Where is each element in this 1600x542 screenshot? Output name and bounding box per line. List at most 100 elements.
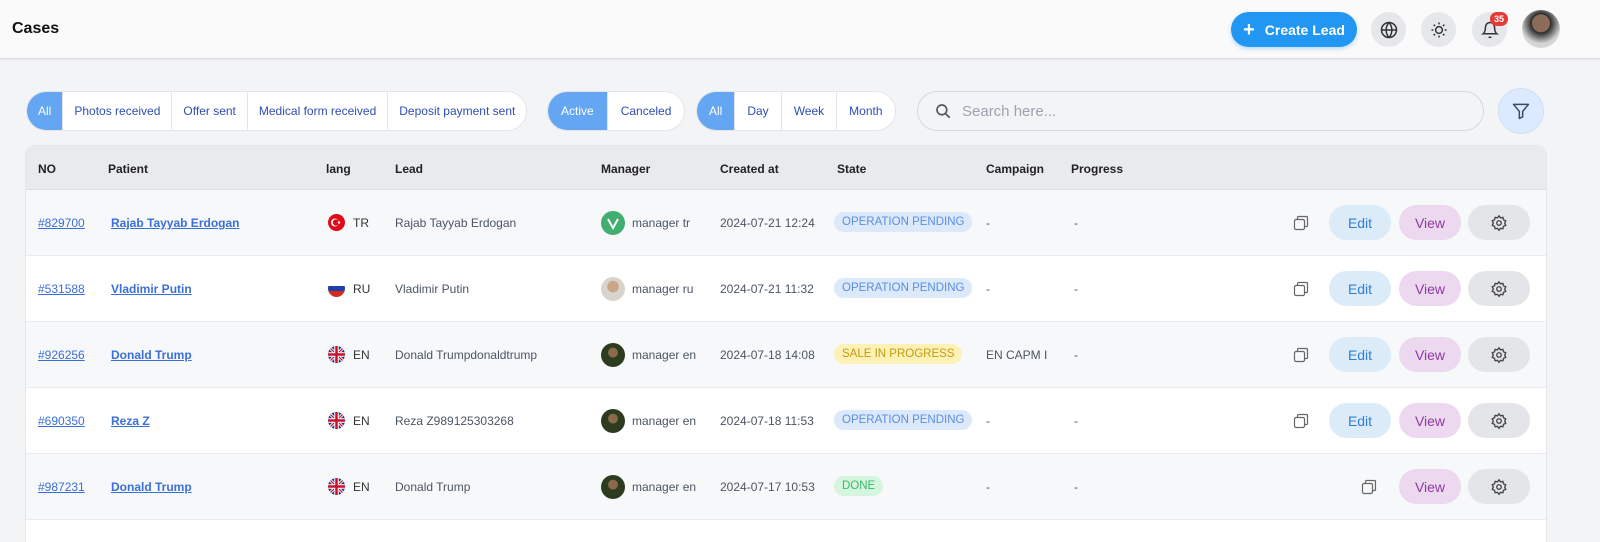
campaign: EN CAPM I bbox=[986, 348, 1048, 362]
period-option-week[interactable]: Week bbox=[782, 92, 838, 130]
view-button[interactable]: View bbox=[1399, 271, 1461, 306]
edit-button[interactable]: Edit bbox=[1329, 403, 1391, 438]
status-option-deposit-payment-sent[interactable]: Deposit payment sent bbox=[388, 92, 526, 130]
status-filter: All Photos received Offer sent Medical f… bbox=[26, 91, 528, 131]
state-badge: DONE bbox=[834, 476, 884, 496]
manager-avatar bbox=[601, 211, 625, 235]
state-badge: SALE IN PROGRESS bbox=[834, 344, 963, 364]
table-header: NO Patient lang Lead Manager Created at … bbox=[26, 146, 1546, 190]
lang-code: EN bbox=[353, 414, 370, 428]
advanced-filter-button[interactable] bbox=[1498, 88, 1544, 134]
progress: - bbox=[1074, 480, 1078, 494]
manager-name: manager tr bbox=[632, 216, 691, 230]
status-option-offer-sent[interactable]: Offer sent bbox=[172, 92, 248, 130]
period-filter: All Day Week Month bbox=[696, 91, 896, 131]
lead-name: Vladimir Putin bbox=[395, 282, 470, 296]
lead-name: Rajab Tayyab Erdogan bbox=[395, 216, 517, 230]
manager-avatar bbox=[601, 343, 625, 367]
table-row: #531588 Vladimir Putin RU Vladimir Putin… bbox=[26, 256, 1546, 322]
copy-icon[interactable] bbox=[1293, 215, 1309, 231]
gear-icon bbox=[1491, 346, 1507, 363]
period-option-all[interactable]: All bbox=[697, 92, 736, 130]
settings-button[interactable] bbox=[1468, 469, 1530, 504]
edit-button[interactable]: Edit bbox=[1329, 205, 1391, 240]
page-title: Cases bbox=[12, 20, 60, 37]
column-progress: Progress bbox=[1071, 162, 1124, 176]
column-state: State bbox=[837, 162, 867, 176]
campaign: - bbox=[986, 480, 990, 494]
view-button[interactable]: View bbox=[1399, 337, 1461, 372]
search-icon bbox=[936, 104, 951, 119]
turkey-flag-icon bbox=[328, 214, 345, 231]
lang-code: RU bbox=[353, 282, 371, 296]
lang-code: EN bbox=[353, 480, 370, 494]
case-number-link[interactable]: #531588 bbox=[38, 282, 85, 296]
settings-button[interactable] bbox=[1468, 205, 1530, 240]
case-number-link[interactable]: #829700 bbox=[38, 216, 85, 230]
sun-icon bbox=[1431, 22, 1446, 37]
state-badge: OPERATION PENDING bbox=[834, 278, 973, 298]
settings-button[interactable] bbox=[1468, 403, 1530, 438]
activity-option-canceled[interactable]: Canceled bbox=[608, 92, 685, 130]
period-option-day[interactable]: Day bbox=[735, 92, 782, 130]
create-lead-button[interactable]: + Create Lead bbox=[1231, 12, 1357, 47]
language-button[interactable] bbox=[1371, 12, 1406, 47]
copy-icon[interactable] bbox=[1293, 413, 1309, 429]
plus-icon: + bbox=[1243, 18, 1255, 41]
period-option-month[interactable]: Month bbox=[837, 92, 894, 130]
lead-name: Donald Trump bbox=[395, 480, 471, 494]
uk-flag-icon bbox=[328, 478, 345, 495]
manager-name: manager en bbox=[632, 480, 697, 494]
lead-name: Reza Z989125303268 bbox=[395, 414, 514, 428]
cases-table: NO Patient lang Lead Manager Created at … bbox=[25, 145, 1547, 542]
progress: - bbox=[1074, 282, 1078, 296]
column-lead: Lead bbox=[395, 162, 424, 176]
case-number-link[interactable]: #987231 bbox=[38, 480, 85, 494]
status-option-photos-received[interactable]: Photos received bbox=[63, 92, 173, 130]
copy-icon[interactable] bbox=[1293, 281, 1309, 297]
view-button[interactable]: View bbox=[1399, 403, 1461, 438]
gear-icon bbox=[1491, 478, 1507, 495]
case-number-link[interactable]: #926256 bbox=[38, 348, 85, 362]
case-number-link[interactable]: #690350 bbox=[38, 414, 85, 428]
uk-flag-icon bbox=[328, 346, 345, 363]
patient-link[interactable]: Vladimir Putin bbox=[111, 282, 192, 296]
user-avatar[interactable] bbox=[1522, 10, 1560, 48]
gear-icon bbox=[1491, 214, 1507, 231]
column-lang: lang bbox=[326, 162, 351, 176]
gear-icon bbox=[1491, 412, 1507, 429]
edit-button[interactable]: Edit bbox=[1329, 271, 1391, 306]
column-manager: Manager bbox=[601, 162, 651, 176]
search-input[interactable] bbox=[962, 102, 1462, 120]
view-button[interactable]: View bbox=[1399, 205, 1461, 240]
activity-option-active[interactable]: Active bbox=[548, 92, 608, 130]
status-option-all[interactable]: All bbox=[27, 92, 64, 130]
created-at: 2024-07-21 11:32 bbox=[720, 282, 814, 296]
table-row: #690350 Reza Z EN Reza Z989125303268 man… bbox=[26, 388, 1546, 454]
status-option-medical-form-received[interactable]: Medical form received bbox=[248, 92, 389, 130]
settings-button[interactable] bbox=[1468, 337, 1530, 372]
patient-link[interactable]: Donald Trump bbox=[111, 348, 192, 362]
progress: - bbox=[1074, 414, 1078, 428]
created-at: 2024-07-17 10:53 bbox=[720, 480, 815, 494]
edit-button[interactable]: Edit bbox=[1329, 337, 1391, 372]
progress: - bbox=[1074, 216, 1078, 230]
patient-link[interactable]: Rajab Tayyab Erdogan bbox=[111, 216, 239, 230]
patient-link[interactable]: Donald Trump bbox=[111, 480, 192, 494]
campaign: - bbox=[986, 216, 990, 230]
settings-button[interactable] bbox=[1468, 271, 1530, 306]
search-box bbox=[917, 91, 1484, 131]
view-button[interactable]: View bbox=[1399, 469, 1461, 504]
copy-icon[interactable] bbox=[1293, 347, 1309, 363]
manager-name: manager ru bbox=[632, 282, 694, 296]
uk-flag-icon bbox=[328, 412, 345, 429]
theme-toggle-button[interactable] bbox=[1421, 12, 1456, 47]
manager-name: manager en bbox=[632, 414, 697, 428]
manager-avatar bbox=[601, 277, 625, 301]
campaign: - bbox=[986, 282, 990, 296]
filter-icon bbox=[1512, 103, 1530, 120]
manager-avatar bbox=[601, 475, 625, 499]
copy-icon[interactable] bbox=[1361, 479, 1377, 495]
patient-link[interactable]: Reza Z bbox=[111, 414, 150, 428]
lang-code: EN bbox=[353, 348, 370, 362]
